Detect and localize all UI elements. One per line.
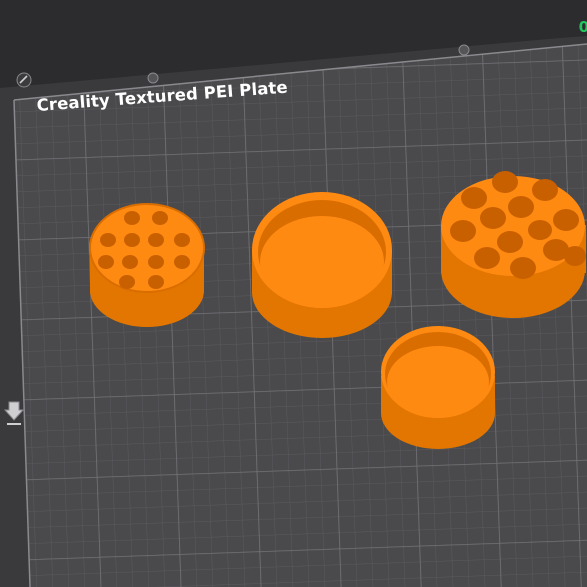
edit-icon[interactable] — [16, 72, 32, 88]
small-holder-model[interactable] — [89, 203, 205, 327]
large-lid-model[interactable] — [252, 192, 392, 338]
corner-readout: 0 — [578, 18, 587, 36]
large-holder-model[interactable] — [441, 171, 586, 318]
small-lid-model[interactable] — [381, 326, 495, 449]
3d-viewport[interactable] — [0, 0, 587, 587]
